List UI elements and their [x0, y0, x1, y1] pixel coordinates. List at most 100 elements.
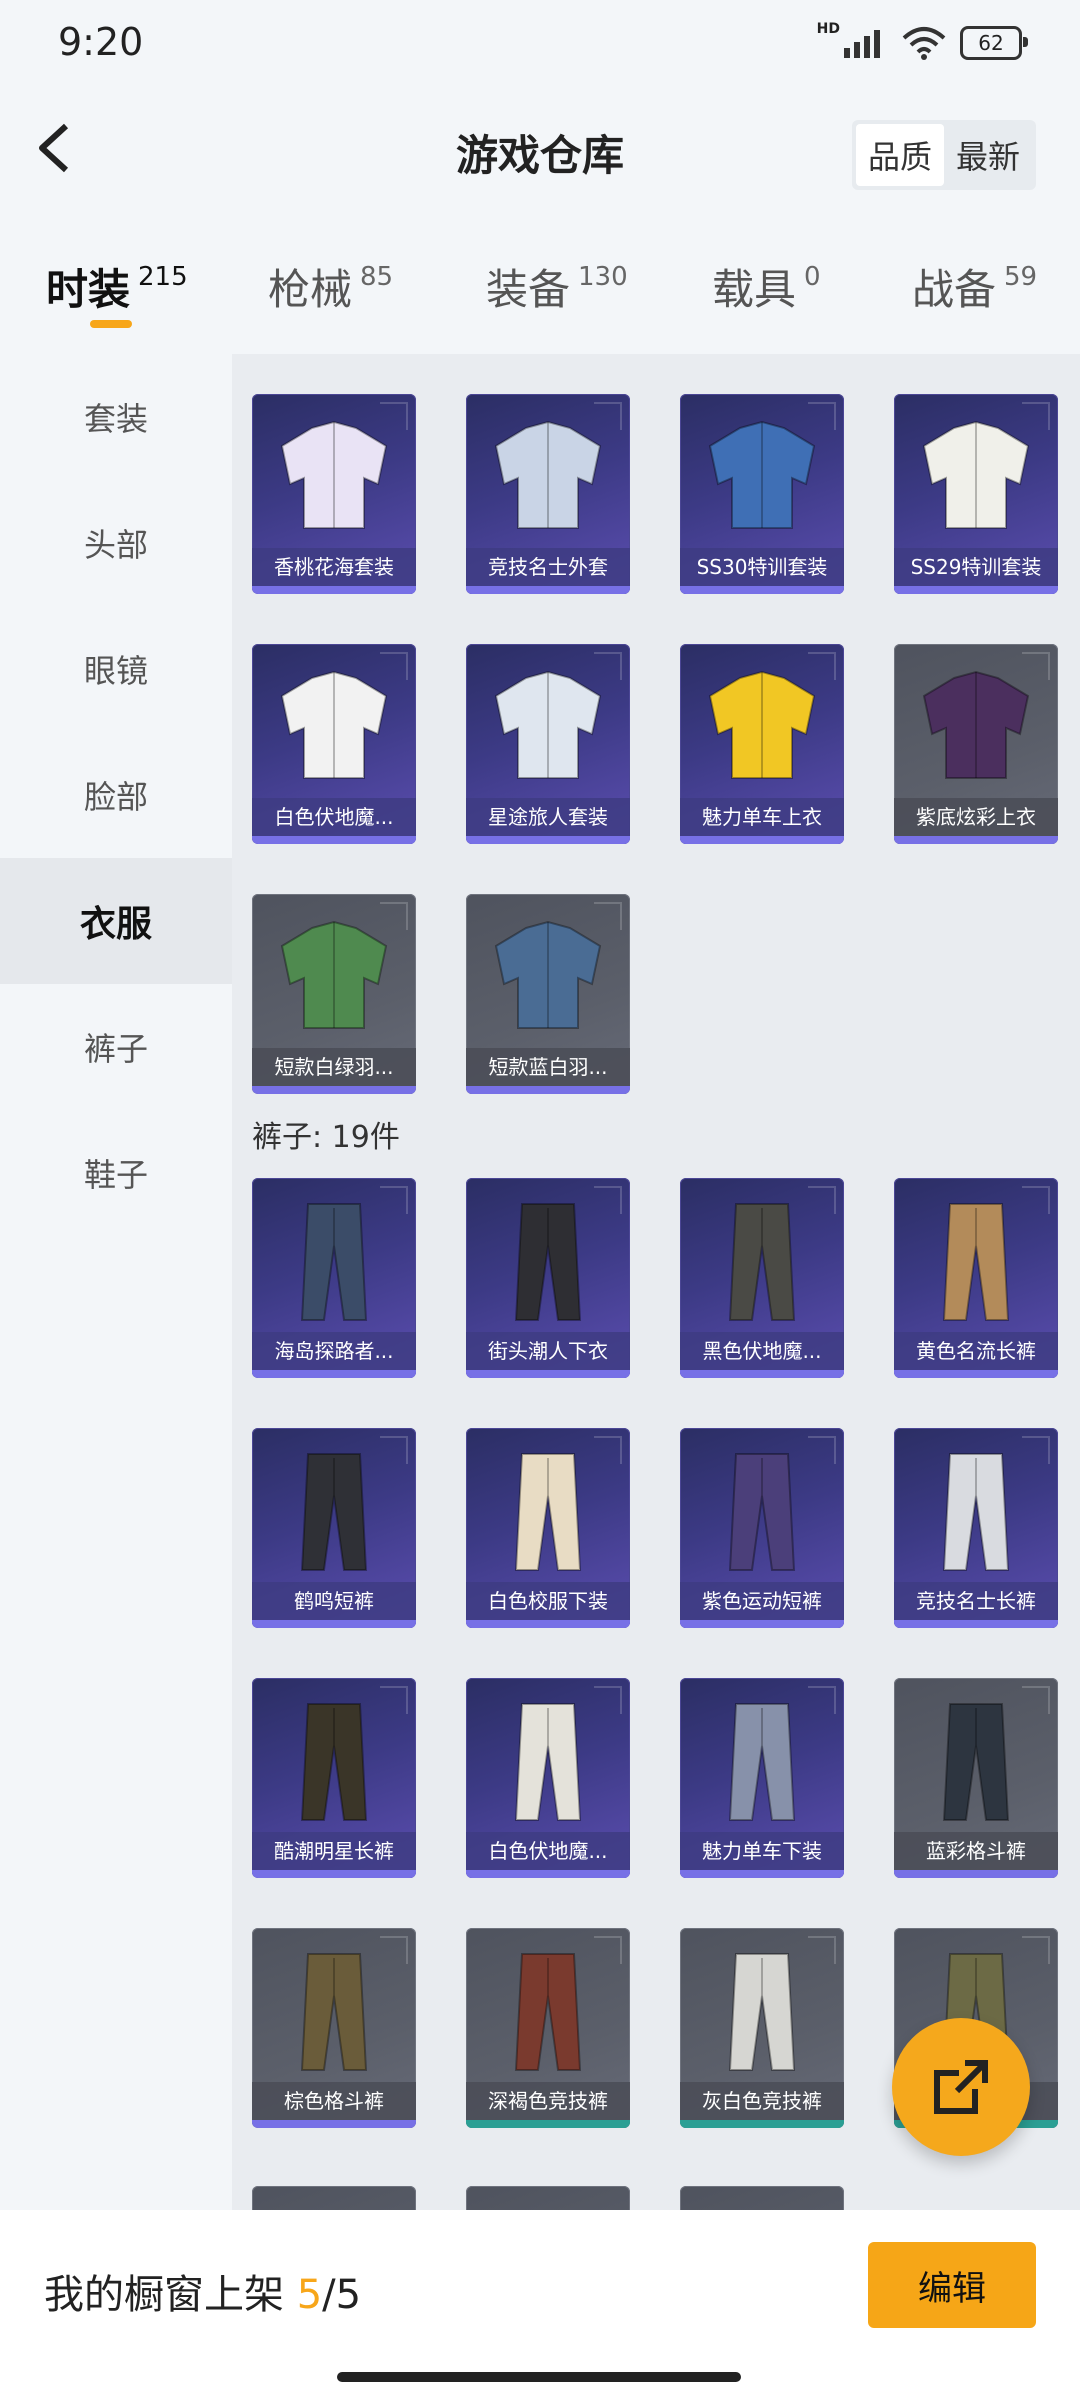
- rarity-bar: [466, 1370, 630, 1378]
- rarity-bar: [680, 1870, 844, 1878]
- item-card[interactable]: 海岛探路者...: [252, 1178, 416, 1378]
- sidebar-item-clothes[interactable]: 衣服: [0, 858, 232, 984]
- sidebar-item-shoes[interactable]: 鞋子: [0, 1110, 232, 1236]
- pants-grid-next-row: [252, 2186, 1058, 2210]
- shelf-current: 5: [296, 2272, 323, 2318]
- item-name: 紫底炫彩上衣: [894, 798, 1058, 836]
- sidebar: 套装 头部 眼镜 脸部 衣服 裤子 鞋子: [0, 354, 232, 2210]
- tab-label: 载具: [712, 265, 797, 314]
- item-card[interactable]: 街头潮人下衣: [466, 1178, 630, 1378]
- item-card[interactable]: 竞技名士外套: [466, 394, 630, 594]
- corner-decoration: [594, 1186, 622, 1214]
- item-card[interactable]: 白色校服下装: [466, 1428, 630, 1628]
- item-name: 竞技名士长裤: [894, 1582, 1058, 1620]
- pants-grid: 海岛探路者... 街头潮人下衣 黑色伏地魔... 黄色名流长裤鹤鸣短裤 白色校服下装 紫色…: [252, 1178, 1058, 2128]
- wifi-icon: [902, 27, 946, 60]
- sort-quality-button[interactable]: 品质: [855, 124, 944, 186]
- item-card[interactable]: 酷潮明星长裤: [252, 1678, 416, 1878]
- corner-decoration: [594, 1686, 622, 1714]
- item-name: 蓝彩格斗裤: [894, 1832, 1058, 1870]
- item-card[interactable]: 灰白色竞技裤: [680, 1928, 844, 2128]
- item-card[interactable]: 白色伏地魔...: [466, 1678, 630, 1878]
- share-button[interactable]: [892, 2018, 1030, 2156]
- rarity-bar: [680, 2120, 844, 2128]
- item-card[interactable]: SS29特训套装: [894, 394, 1058, 594]
- corner-decoration: [808, 1436, 836, 1464]
- item-card[interactable]: [252, 2186, 416, 2210]
- corner-decoration: [808, 1686, 836, 1714]
- corner-decoration: [380, 652, 408, 680]
- item-card[interactable]: 棕色格斗裤: [252, 1928, 416, 2128]
- tab-fashion[interactable]: 时装 215: [46, 256, 188, 317]
- pants-section-title: 裤子: 19件: [252, 1120, 400, 1155]
- tab-vehicles[interactable]: 载具 0: [712, 256, 821, 317]
- item-card[interactable]: 紫底炫彩上衣: [894, 644, 1058, 844]
- sidebar-item-glasses[interactable]: 眼镜: [0, 606, 232, 732]
- corner-decoration: [380, 902, 408, 930]
- tab-equipment[interactable]: 装备 130: [486, 256, 628, 317]
- item-card[interactable]: [466, 2186, 630, 2210]
- item-card[interactable]: 短款白绿羽...: [252, 894, 416, 1094]
- sort-latest-button[interactable]: 最新: [944, 124, 1032, 186]
- item-card[interactable]: 短款蓝白羽...: [466, 894, 630, 1094]
- item-card[interactable]: 深褐色竞技裤: [466, 1928, 630, 2128]
- corner-decoration: [1022, 1186, 1050, 1214]
- item-card[interactable]: 星途旅人套装: [466, 644, 630, 844]
- rarity-bar: [252, 1086, 416, 1094]
- item-name: 竞技名士外套: [466, 548, 630, 586]
- item-card[interactable]: [680, 2186, 844, 2210]
- item-name: 深褐色竞技裤: [466, 2082, 630, 2120]
- edit-button[interactable]: 编辑: [868, 2242, 1036, 2328]
- rarity-bar: [894, 1870, 1058, 1878]
- corner-decoration: [594, 1436, 622, 1464]
- clothes-grid: 香桃花海套装 竞技名士外套 SS30特训套装 SS29特训套装白色伏地魔... 星途旅人…: [252, 394, 1058, 1094]
- tab-count: 85: [360, 262, 394, 292]
- app-header: 游戏仓库 品质 最新: [0, 90, 1080, 210]
- item-name: 海岛探路者...: [252, 1332, 416, 1370]
- item-card[interactable]: 魅力单车上衣: [680, 644, 844, 844]
- shelf-total: /5: [322, 2272, 362, 2318]
- item-name: 棕色格斗裤: [252, 2082, 416, 2120]
- corner-decoration: [1022, 1936, 1050, 1964]
- corner-decoration: [1022, 652, 1050, 680]
- sidebar-item-head[interactable]: 头部: [0, 480, 232, 606]
- item-card[interactable]: 鹤鸣短裤: [252, 1428, 416, 1628]
- corner-decoration: [594, 652, 622, 680]
- rarity-bar: [252, 2120, 416, 2128]
- item-card[interactable]: 蓝彩格斗裤: [894, 1678, 1058, 1878]
- sort-toggle[interactable]: 品质 最新: [851, 120, 1036, 190]
- corner-decoration: [808, 402, 836, 430]
- item-card[interactable]: 紫色运动短裤: [680, 1428, 844, 1628]
- tab-supplies[interactable]: 战备 59: [912, 256, 1037, 317]
- rarity-bar: [466, 1870, 630, 1878]
- sidebar-item-pants[interactable]: 裤子: [0, 984, 232, 1110]
- sidebar-item-face[interactable]: 脸部: [0, 732, 232, 858]
- item-card[interactable]: 白色伏地魔...: [252, 644, 416, 844]
- item-card[interactable]: 香桃花海套装: [252, 394, 416, 594]
- rarity-bar: [894, 1370, 1058, 1378]
- item-card[interactable]: SS30特训套装: [680, 394, 844, 594]
- item-card[interactable]: 黄色名流长裤: [894, 1178, 1058, 1378]
- corner-decoration: [594, 1936, 622, 1964]
- home-indicator[interactable]: [337, 2372, 741, 2382]
- item-name: 香桃花海套装: [252, 548, 416, 586]
- item-name: 白色伏地魔...: [466, 1832, 630, 1870]
- corner-decoration: [1022, 402, 1050, 430]
- sidebar-item-outfits[interactable]: 套装: [0, 354, 232, 480]
- tab-count: 59: [1004, 262, 1038, 292]
- tab-guns[interactable]: 枪械 85: [268, 256, 393, 317]
- rarity-bar: [466, 1620, 630, 1628]
- item-name: 短款白绿羽...: [252, 1048, 416, 1086]
- battery-level: 62: [978, 31, 1004, 55]
- battery-icon: 62: [960, 26, 1028, 60]
- item-name: SS30特训套装: [680, 548, 844, 586]
- rarity-bar: [680, 1370, 844, 1378]
- rarity-bar: [252, 1620, 416, 1628]
- rarity-bar: [894, 836, 1058, 844]
- item-card[interactable]: 黑色伏地魔...: [680, 1178, 844, 1378]
- rarity-bar: [680, 1620, 844, 1628]
- item-card[interactable]: 竞技名士长裤: [894, 1428, 1058, 1628]
- tab-count: 0: [804, 262, 821, 292]
- item-name: 街头潮人下衣: [466, 1332, 630, 1370]
- item-card[interactable]: 魅力单车下装: [680, 1678, 844, 1878]
